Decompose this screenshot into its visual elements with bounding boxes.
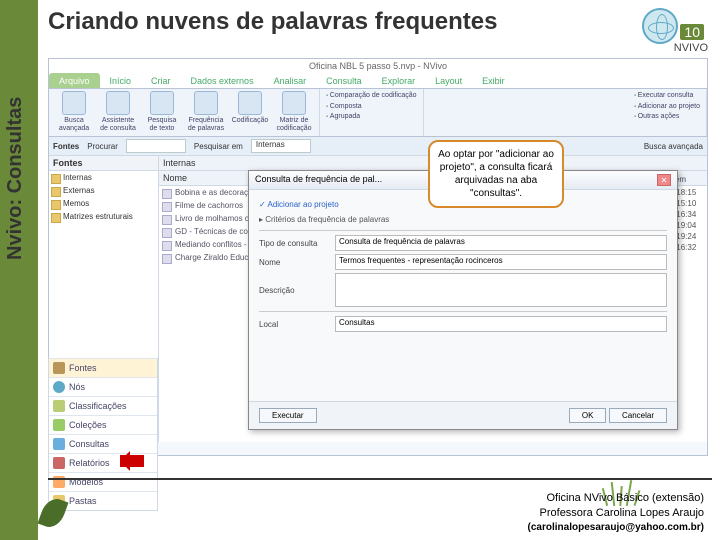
local-label: Local <box>259 320 329 329</box>
nav-modelos[interactable]: Modelos <box>49 472 157 491</box>
globe-icon <box>642 8 678 44</box>
fontes-item[interactable]: Matrizes estruturais <box>49 210 158 223</box>
query-icon <box>53 438 65 450</box>
procurar-label: Procurar <box>87 142 118 151</box>
ribbon-pesquisa-texto[interactable]: Pesquisa de texto <box>143 91 181 132</box>
folder-icon <box>53 362 65 374</box>
classification-icon <box>53 400 65 412</box>
tipo-field[interactable]: Consulta de frequência de palavras <box>335 235 667 251</box>
col-nome[interactable]: Nome <box>163 173 187 183</box>
nav-classificacoes[interactable]: Classificações <box>49 396 157 415</box>
report-icon <box>53 457 65 469</box>
sidebar-vertical-label: Nvivo: Consultas <box>4 0 27 260</box>
coding-icon <box>238 91 262 115</box>
local-field[interactable]: Consultas <box>335 316 667 332</box>
dialog-title: Consulta de frequência de pal... <box>255 174 382 186</box>
nome-field[interactable]: Termos frequentes - representação rocinc… <box>335 254 667 270</box>
ribbon-assistente[interactable]: Assistente de consulta <box>99 91 137 132</box>
tab-criar[interactable]: Criar <box>141 73 181 88</box>
divider <box>48 478 712 480</box>
search-icon <box>62 91 86 115</box>
ribbon-tabs: Arquivo Início Criar Dados externos Anal… <box>49 73 707 89</box>
slide-footer: Oficina NVivo Básico (extensão) Professo… <box>528 491 704 534</box>
fontes-item[interactable]: Externas <box>49 184 158 197</box>
slide-title: Criando nuvens de palavras frequentes <box>48 8 497 36</box>
nome-label: Nome <box>259 258 329 267</box>
wizard-icon <box>106 91 130 115</box>
nav-consultas[interactable]: Consultas <box>49 434 157 453</box>
ribbon-matriz[interactable]: Matriz de codificação <box>275 91 313 132</box>
leaf-icon <box>38 495 69 531</box>
secondary-toolbar: Fontes Procurar Pesquisar em Internas Bu… <box>49 137 707 156</box>
nvivo-logo: 10 NVIVO <box>628 6 708 52</box>
ribbon-group3[interactable]: Executar consultaAdicionar ao projetoOut… <box>634 91 700 123</box>
ribbon-busca-avancada[interactable]: Busca avançada <box>55 91 93 132</box>
ribbon-codificacao[interactable]: Codificação <box>231 91 269 125</box>
red-arrow-icon <box>120 455 144 467</box>
nav-fontes[interactable]: Fontes <box>49 358 157 377</box>
footer-line1: Oficina NVivo Básico (extensão) <box>528 491 704 506</box>
tab-arquivo[interactable]: Arquivo <box>49 73 100 88</box>
pesquisar-select[interactable]: Internas <box>251 139 311 153</box>
cancelar-button[interactable]: Cancelar <box>609 408 667 423</box>
internas-header: Internas <box>163 158 196 168</box>
logo-version: 10 <box>680 24 704 40</box>
fontes-label: Fontes <box>53 142 79 151</box>
tipo-label: Tipo de consulta <box>259 239 329 248</box>
word-freq-icon <box>194 91 218 115</box>
tab-explorar[interactable]: Explorar <box>372 73 426 88</box>
collection-icon <box>53 419 65 431</box>
tab-dados-externos[interactable]: Dados externos <box>181 73 264 88</box>
ribbon: Busca avançada Assistente de consulta Pe… <box>49 89 707 137</box>
ok-button[interactable]: OK <box>569 408 607 423</box>
query-dialog: Consulta de frequência de pal... ✕ ✓ Adi… <box>248 170 678 430</box>
tab-inicio[interactable]: Início <box>100 73 142 88</box>
window-title: Oficina NBL 5 passo 5.nvp - NVivo <box>49 59 707 73</box>
nav-nos[interactable]: Nós <box>49 377 157 396</box>
nav-colecoes[interactable]: Coleções <box>49 415 157 434</box>
ribbon-group2[interactable]: Comparação de codificaçãoCompostaAgrupad… <box>326 91 417 123</box>
text-search-icon <box>150 91 174 115</box>
pesquisar-label: Pesquisar em <box>194 142 243 151</box>
criteria-toggle[interactable]: ▸ Critérios da frequência de palavras <box>259 215 667 224</box>
tab-consulta[interactable]: Consulta <box>316 73 372 88</box>
footer-email: (carolinalopesaraujo@yahoo.com.br) <box>528 521 704 535</box>
nav-pane: Fontes Nós Classificações Coleções Consu… <box>48 358 158 511</box>
node-icon <box>53 381 65 393</box>
close-button[interactable]: ✕ <box>657 174 671 186</box>
tab-layout[interactable]: Layout <box>425 73 472 88</box>
fontes-item[interactable]: Memos <box>49 197 158 210</box>
fontes-item[interactable]: Internas <box>49 171 158 184</box>
tab-analisar[interactable]: Analisar <box>264 73 317 88</box>
logo-brand: NVIVO <box>674 42 708 54</box>
executar-button[interactable]: Executar <box>259 408 317 423</box>
procurar-input[interactable] <box>126 139 186 153</box>
callout-bubble: Ao optar por "adicionar ao projeto", a c… <box>428 140 564 208</box>
busca-avancada-link[interactable]: Busca avançada <box>644 142 703 151</box>
desc-field[interactable] <box>335 273 667 307</box>
desc-label: Descrição <box>259 286 329 295</box>
footer-line2: Professora Carolina Lopes Araujo <box>528 506 704 521</box>
matrix-icon <box>282 91 306 115</box>
ribbon-frequencia[interactable]: Frequência de palavras <box>187 91 225 132</box>
fontes-header: Fontes <box>49 156 158 171</box>
tab-exibir[interactable]: Exibir <box>472 73 515 88</box>
